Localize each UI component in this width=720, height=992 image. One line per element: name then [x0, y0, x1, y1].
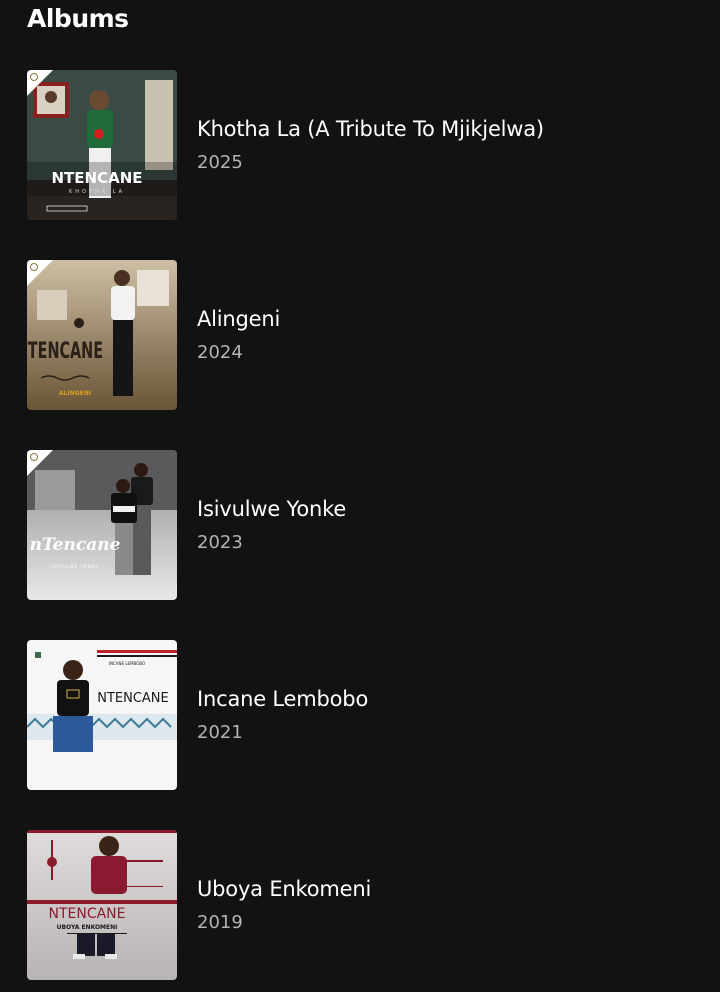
album-year: 2023 — [197, 532, 243, 553]
section-title: Albums — [27, 4, 129, 33]
album-cover[interactable]: INCANE LEMBOBO NTENCANE — [27, 640, 177, 790]
album-item[interactable]: NTENCANE UBOYA ENKOMENI Uboya Enkomeni 2… — [27, 830, 707, 980]
cover-album-text: ALINGENI — [59, 390, 91, 397]
album-title[interactable]: Uboya Enkomeni — [197, 876, 371, 902]
cover-artist-text: nTencane — [30, 535, 121, 555]
album-cover[interactable]: NTENCANE KHOTHA LA — [27, 70, 177, 220]
album-cover-art: NTENCANE UBOYA ENKOMENI — [27, 830, 177, 980]
cover-artist-text: NTENCANE — [27, 339, 103, 364]
album-item[interactable]: INCANE LEMBOBO NTENCANE Incane Lembobo 2… — [27, 640, 707, 790]
album-year: 2019 — [197, 912, 243, 933]
album-item[interactable]: nTencane ISIVULWE YONKE Isivulwe Yonke 2… — [27, 450, 707, 600]
cover-album-text: KHOTHA LA — [69, 189, 125, 195]
album-year: 2024 — [197, 342, 243, 363]
cover-artist-text: NTENCANE — [97, 691, 169, 706]
album-title[interactable]: Khotha La (A Tribute To Mjikjelwa) — [197, 116, 544, 142]
badge-icon — [30, 263, 38, 271]
album-cover[interactable]: NTENCANE ALINGENI — [27, 260, 177, 410]
album-year: 2021 — [197, 722, 243, 743]
album-year: 2025 — [197, 152, 243, 173]
badge-icon — [30, 453, 38, 461]
albums-page: Albums NTENCANE KHOTHA LA Khotha La (A T… — [0, 0, 720, 992]
album-item[interactable]: NTENCANE ALINGENI Alingeni 2024 — [27, 260, 707, 410]
cover-album-text: ISIVULWE YONKE — [51, 564, 99, 569]
cover-album-text: UBOYA ENKOMENI — [57, 924, 118, 931]
album-title[interactable]: Alingeni — [197, 306, 280, 332]
cover-artist-text: NTENCANE — [51, 169, 142, 187]
album-cover-art: INCANE LEMBOBO NTENCANE — [27, 640, 177, 790]
cover-album-text: INCANE LEMBOBO — [109, 661, 145, 666]
cover-artist-text: NTENCANE — [48, 906, 125, 922]
album-cover[interactable]: nTencane ISIVULWE YONKE — [27, 450, 177, 600]
album-cover[interactable]: NTENCANE UBOYA ENKOMENI — [27, 830, 177, 980]
badge-icon — [30, 73, 38, 81]
album-title[interactable]: Isivulwe Yonke — [197, 496, 346, 522]
album-title[interactable]: Incane Lembobo — [197, 686, 368, 712]
album-item[interactable]: NTENCANE KHOTHA LA Khotha La (A Tribute … — [27, 70, 707, 220]
